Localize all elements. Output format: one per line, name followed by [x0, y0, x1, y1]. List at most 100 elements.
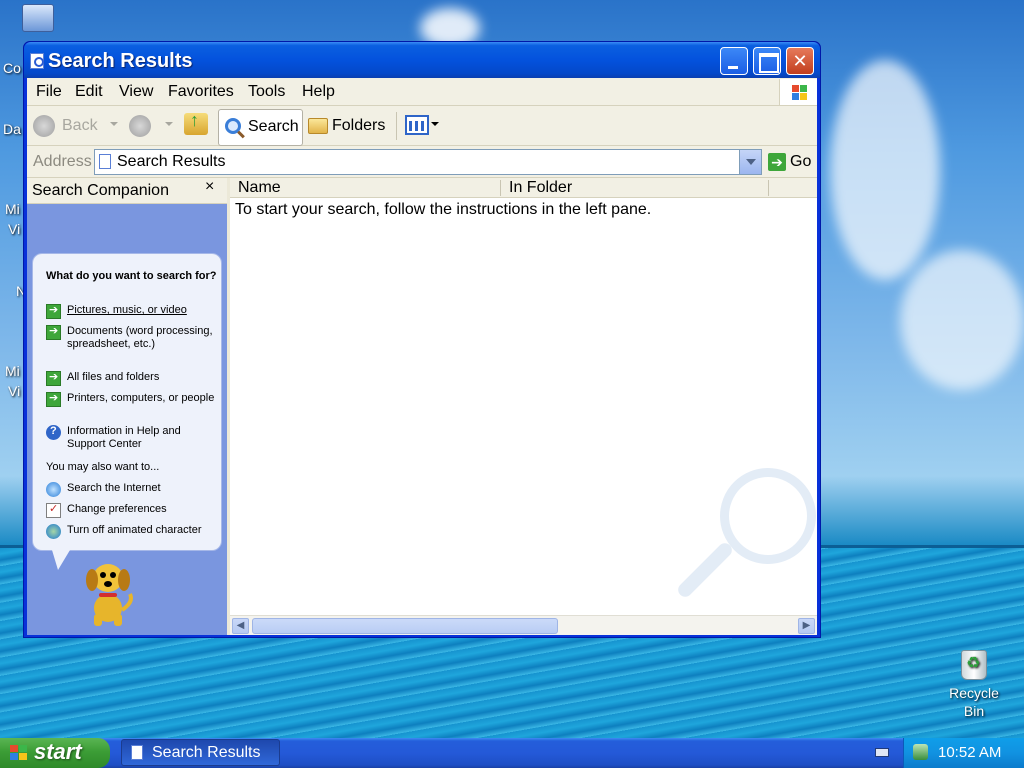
maximize-button[interactable] — [753, 47, 781, 75]
dog-character[interactable] — [80, 558, 136, 628]
system-tray: 10:52 AM — [903, 738, 1024, 768]
search-question: What do you want to search for? — [46, 270, 217, 282]
magnifier-watermark-icon — [720, 468, 816, 564]
address-label: Address — [33, 153, 92, 170]
title-bar[interactable]: Search Results — [24, 42, 820, 78]
option-all-files[interactable]: All files and folders — [46, 371, 218, 386]
address-dropdown-icon[interactable] — [739, 150, 761, 174]
close-button[interactable] — [786, 47, 814, 75]
option-label: Change preferences — [67, 503, 167, 515]
folders-icon[interactable] — [308, 118, 328, 134]
minimize-button[interactable] — [720, 47, 748, 75]
search-instructions: To start your search, follow the instruc… — [235, 201, 652, 218]
option-search-internet[interactable]: Search the Internet — [46, 482, 218, 497]
column-divider[interactable] — [768, 180, 769, 196]
help-icon — [46, 425, 61, 440]
search-companion-header: Search Companion × — [27, 178, 227, 204]
green-arrow-icon — [46, 304, 61, 319]
balloon-tail — [52, 550, 70, 570]
forward-dropdown-icon[interactable] — [165, 122, 173, 126]
also-want-label: You may also want to... — [46, 461, 160, 473]
scroll-thumb[interactable] — [252, 618, 558, 634]
standard-toolbar: Back Search Folders — [27, 106, 817, 146]
xp-flag-icon — [779, 79, 817, 105]
option-pictures-music-video[interactable]: Pictures, music, or video — [46, 304, 218, 319]
column-name[interactable]: Name — [238, 179, 281, 197]
desktop-label-2[interactable]: Da — [3, 121, 21, 137]
scroll-right-button[interactable]: ▶ — [798, 618, 815, 634]
forward-icon[interactable] — [129, 115, 151, 137]
option-label: Documents (word processing, spreadsheet,… — [67, 325, 213, 350]
recycle-bin-label: Recycle Bin — [949, 685, 999, 719]
desktop-computer-icon[interactable] — [22, 4, 54, 32]
back-icon[interactable] — [33, 115, 55, 137]
start-button[interactable]: start — [0, 738, 110, 768]
tray-network-icon[interactable] — [913, 744, 928, 760]
column-in-folder[interactable]: In Folder — [509, 179, 572, 197]
option-printers-computers[interactable]: Printers, computers, or people — [46, 392, 218, 407]
results-pane: Name In Folder To start your search, fol… — [230, 178, 817, 635]
views-dropdown-icon[interactable] — [431, 122, 439, 126]
menu-edit[interactable]: Edit — [75, 83, 103, 101]
go-icon[interactable]: ➔ — [768, 153, 786, 171]
search-results-icon — [131, 745, 143, 760]
desktop-label-7[interactable]: Vi — [8, 383, 20, 399]
close-pane-button[interactable]: × — [205, 178, 214, 196]
option-help-center[interactable]: Information in Help and Support Center — [46, 425, 218, 451]
menu-favorites[interactable]: Favorites — [168, 83, 234, 101]
option-label: Turn off animated character — [67, 524, 202, 536]
green-arrow-icon — [46, 325, 61, 340]
taskbar-search-results[interactable]: Search Results — [121, 739, 280, 766]
option-change-preferences[interactable]: Change preferences — [46, 503, 218, 518]
option-label: Pictures, music, or video — [67, 304, 187, 316]
internet-search-icon — [46, 482, 61, 497]
green-arrow-icon — [46, 371, 61, 386]
folders-button[interactable]: Folders — [332, 110, 385, 142]
option-label: Search the Internet — [67, 482, 161, 494]
clock[interactable]: 10:52 AM — [938, 744, 1001, 761]
scroll-left-button[interactable]: ◀ — [232, 618, 249, 634]
search-button-label: Search — [248, 118, 299, 135]
preferences-icon — [46, 503, 61, 518]
desktop-label-1[interactable]: Co — [3, 60, 21, 76]
address-value: Search Results — [117, 153, 226, 170]
up-folder-icon[interactable] — [184, 110, 208, 135]
desktop-label-4[interactable]: Vi — [8, 221, 20, 237]
column-divider[interactable] — [500, 180, 501, 196]
search-icon — [225, 118, 241, 134]
search-companion-pane: Search Companion × What do you want to s… — [27, 178, 227, 635]
green-arrow-icon — [46, 392, 61, 407]
window-title: Search Results — [48, 50, 193, 72]
search-button[interactable]: Search — [218, 109, 303, 146]
option-label: Information in Help and Support Center — [67, 425, 181, 450]
menu-tools[interactable]: Tools — [248, 83, 285, 101]
start-label: start — [34, 739, 82, 764]
option-label: All files and folders — [67, 371, 160, 383]
windows-logo-icon — [10, 745, 28, 761]
search-companion-title: Search Companion — [32, 182, 169, 199]
taskbar-item-label: Search Results — [152, 744, 261, 761]
address-field[interactable]: Search Results — [94, 149, 762, 175]
desktop-label-3[interactable]: Mi — [5, 201, 20, 217]
taskbar: start Search Results 10:52 AM — [0, 738, 1024, 768]
keyboard-icon[interactable] — [875, 748, 889, 757]
horizontal-scrollbar[interactable]: ◀ ▶ — [230, 615, 817, 635]
address-bar: Address Search Results ➔ Go — [27, 146, 817, 178]
recycle-bin[interactable]: Recycle Bin — [942, 650, 1006, 720]
desktop-label-6[interactable]: Mi — [5, 363, 20, 379]
option-label: Printers, computers, or people — [67, 392, 215, 404]
go-button[interactable]: Go — [790, 153, 811, 171]
menu-help[interactable]: Help — [302, 83, 335, 101]
menu-file[interactable]: File — [36, 83, 62, 101]
magnifier-watermark-handle — [675, 540, 735, 600]
search-results-window: Search Results File Edit View Favorites … — [23, 41, 821, 638]
views-icon[interactable] — [405, 115, 429, 135]
menu-view[interactable]: View — [119, 83, 153, 101]
back-button[interactable]: Back — [62, 110, 98, 142]
menu-bar: File Edit View Favorites Tools Help — [27, 78, 817, 106]
option-turn-off-character[interactable]: Turn off animated character — [46, 524, 218, 539]
back-dropdown-icon[interactable] — [110, 122, 118, 126]
address-page-icon — [99, 154, 111, 169]
option-documents[interactable]: Documents (word processing, spreadsheet,… — [46, 325, 218, 351]
animated-character-icon — [46, 524, 61, 539]
